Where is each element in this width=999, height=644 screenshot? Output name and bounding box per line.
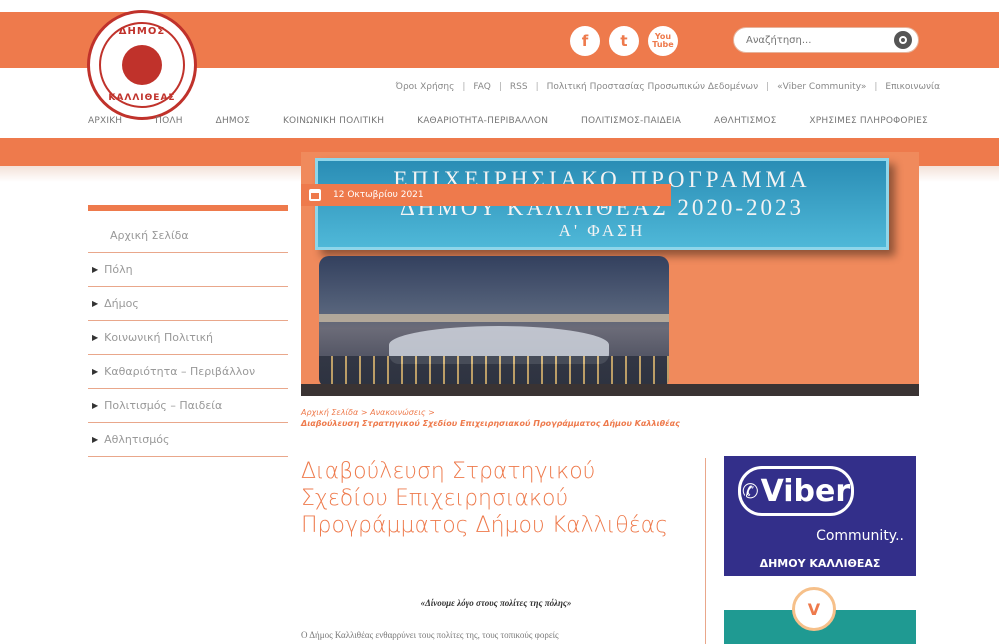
sidebar-item-label: Κοινωνική Πολιτική bbox=[104, 331, 214, 344]
arrow-right-icon: ▶ bbox=[92, 265, 99, 274]
main-navigation: ΑΡΧΙΚΗ ΠΟΛΗ ΔΗΜΟΣ ΚΟΙΝΩΝΙΚΗ ΠΟΛΙΤΙΚΗ ΚΑΘ… bbox=[88, 116, 928, 126]
sidebar-item-label: Πόλη bbox=[104, 263, 133, 276]
nav-item-cleanliness[interactable]: ΚΑΘΑΡΙΟΤΗΤΑ-ΠΕΡΙΒΑΛΛΟΝ bbox=[417, 116, 548, 126]
sidebar-item-culture[interactable]: ▶ Πολιτισμός – Παιδεία bbox=[88, 389, 288, 423]
article-body: Ο Δήμος Καλλιθέας ενθαρρύνει τους πολίτε… bbox=[301, 630, 559, 640]
viber-community-label: Community.. bbox=[816, 528, 904, 544]
article-title: Διαβούλευση Στρατηγικού Σχεδίου Επιχειρη… bbox=[301, 459, 668, 538]
breadcrumb-section[interactable]: Ανακοινώσεις bbox=[370, 408, 426, 417]
logo-top-text: ΔΗΜΟΣ bbox=[118, 26, 166, 37]
util-link-privacy[interactable]: Πολιτική Προστασίας Προσωπικών Δεδομένων bbox=[547, 82, 758, 92]
util-separator: | bbox=[498, 82, 502, 92]
column-divider bbox=[705, 458, 706, 644]
youtube-icon[interactable]: You Tube bbox=[648, 26, 678, 56]
sidebar-item-city[interactable]: ▶ Πόλη bbox=[88, 253, 288, 287]
hero-image[interactable]: ΕΠΙΧΕΙΡΗΣΙΑΚΟ ΠΡΟΓΡΑΜΜΑ ΔΗΜΟΥ ΚΑΛΛΙΘΕΑΣ … bbox=[301, 152, 919, 396]
util-link-rss[interactable]: RSS bbox=[510, 82, 528, 92]
breadcrumb: Αρχική Σελίδα > Ανακοινώσεις > Διαβούλευ… bbox=[301, 407, 861, 429]
site-header: ΔΗΜΟΣ ΚΑΛΛΙΘΕΑΣ f t You Tube Όροι Χρήσης… bbox=[0, 0, 999, 138]
search-button[interactable] bbox=[894, 31, 912, 49]
sidebar-item-cleanliness[interactable]: ▶ Καθαριότητα – Περιβάλλον bbox=[88, 355, 288, 389]
util-link-contact[interactable]: Επικοινωνία bbox=[885, 82, 940, 92]
nav-item-home[interactable]: ΑΡΧΙΚΗ bbox=[88, 116, 122, 126]
logo-inner-ring: ΔΗΜΟΣ ΚΑΛΛΙΘΕΑΣ bbox=[99, 22, 185, 108]
municipality-logo[interactable]: ΔΗΜΟΣ ΚΑΛΛΙΘΕΑΣ bbox=[87, 10, 197, 120]
util-link-faq[interactable]: FAQ bbox=[473, 82, 490, 92]
util-separator: | bbox=[535, 82, 539, 92]
article-subtitle: «Δίνουμε λόγο στους πολίτες της πόλης» bbox=[420, 598, 572, 608]
facebook-icon[interactable]: f bbox=[570, 26, 600, 56]
breadcrumb-current: Διαβούλευση Στρατηγικού Σχεδίου Επιχειρη… bbox=[301, 419, 680, 428]
sidebar-item-label: Καθαριότητα – Περιβάλλον bbox=[104, 365, 256, 378]
post-date: 12 Οκτωβρίου 2021 bbox=[333, 190, 424, 200]
util-separator: | bbox=[462, 82, 466, 92]
bulb-icon: V bbox=[792, 587, 836, 631]
logo-emblem-icon bbox=[122, 45, 162, 85]
nav-item-culture[interactable]: ΠΟΛΙΤΙΣΜΟΣ-ΠΑΙΔΕΙΑ bbox=[581, 116, 681, 126]
breadcrumb-home[interactable]: Αρχική Σελίδα bbox=[301, 408, 358, 417]
date-badge: 12 Οκτωβρίου 2021 bbox=[301, 184, 671, 206]
sidebar-item-label: Αρχική Σελίδα bbox=[110, 229, 189, 242]
hero-bottom-strip bbox=[301, 384, 919, 396]
search-box bbox=[733, 27, 919, 53]
viber-brand: Viber bbox=[760, 473, 851, 509]
arrow-right-icon: ▶ bbox=[92, 299, 99, 308]
viber-logo: ✆ Viber bbox=[738, 466, 854, 516]
arrow-right-icon: ▶ bbox=[92, 435, 99, 444]
city-night-photo bbox=[319, 256, 669, 388]
nav-item-sports[interactable]: ΑΘΛΗΤΙΣΜΟΣ bbox=[714, 116, 777, 126]
nav-item-social-policy[interactable]: ΚΟΙΝΩΝΙΚΗ ΠΟΛΙΤΙΚΗ bbox=[283, 116, 384, 126]
arrow-right-icon: ▶ bbox=[92, 367, 99, 376]
search-input[interactable] bbox=[746, 32, 886, 48]
sidebar-accent-bar bbox=[88, 205, 288, 211]
nav-item-municipality[interactable]: ΔΗΜΟΣ bbox=[216, 116, 250, 126]
sidebar-menu: Αρχική Σελίδα ▶ Πόλη ▶ Δήμος ▶ Κοινωνική… bbox=[88, 205, 288, 457]
breadcrumb-separator: > bbox=[428, 408, 435, 417]
twitter-icon[interactable]: t bbox=[609, 26, 639, 56]
calendar-icon bbox=[309, 189, 321, 201]
sidebar-item-label: Πολιτισμός – Παιδεία bbox=[104, 399, 223, 412]
sidebar-item-home[interactable]: Αρχική Σελίδα bbox=[88, 219, 288, 253]
logo-bottom-text: ΚΑΛΛΙΘΕΑΣ bbox=[108, 93, 176, 103]
arrow-right-icon: ▶ bbox=[92, 333, 99, 342]
sidebar-item-label: Αθλητισμός bbox=[104, 433, 170, 446]
nav-item-useful-info[interactable]: ΧΡΗΣΙΜΕΣ ΠΛΗΡΟΦΟΡΙΕΣ bbox=[809, 116, 928, 126]
sidebar-item-sports[interactable]: ▶ Αθλητισμός bbox=[88, 423, 288, 457]
breadcrumb-separator: > bbox=[360, 408, 371, 417]
util-separator: | bbox=[766, 82, 770, 92]
sidebar-item-municipality[interactable]: ▶ Δήμος bbox=[88, 287, 288, 321]
phone-icon: ✆ bbox=[741, 479, 759, 503]
photo-horizon bbox=[319, 314, 669, 322]
util-separator: | bbox=[874, 82, 878, 92]
util-link-viber[interactable]: «Viber Community» bbox=[777, 82, 866, 92]
util-link-terms[interactable]: Όροι Χρήσης bbox=[396, 82, 455, 92]
sidebar-item-social-policy[interactable]: ▶ Κοινωνική Πολιτική bbox=[88, 321, 288, 355]
utility-links: Όροι Χρήσης | FAQ | RSS | Πολιτική Προστασίας … bbox=[230, 82, 940, 92]
viber-community-banner[interactable]: ✆ Viber Community.. ΔΗΜΟΥ ΚΑΛΛΙΘΕΑΣ bbox=[724, 456, 916, 576]
nav-item-city[interactable]: ΠΟΛΗ bbox=[155, 116, 183, 126]
hero-title-line3: Α' ΦΑΣΗ bbox=[558, 221, 646, 240]
viber-city-label: ΔΗΜΟΥ ΚΑΛΛΙΘΕΑΣ bbox=[759, 557, 881, 570]
arrow-right-icon: ▶ bbox=[92, 401, 99, 410]
sidebar-item-label: Δήμος bbox=[104, 297, 139, 310]
search-icon bbox=[899, 36, 907, 44]
